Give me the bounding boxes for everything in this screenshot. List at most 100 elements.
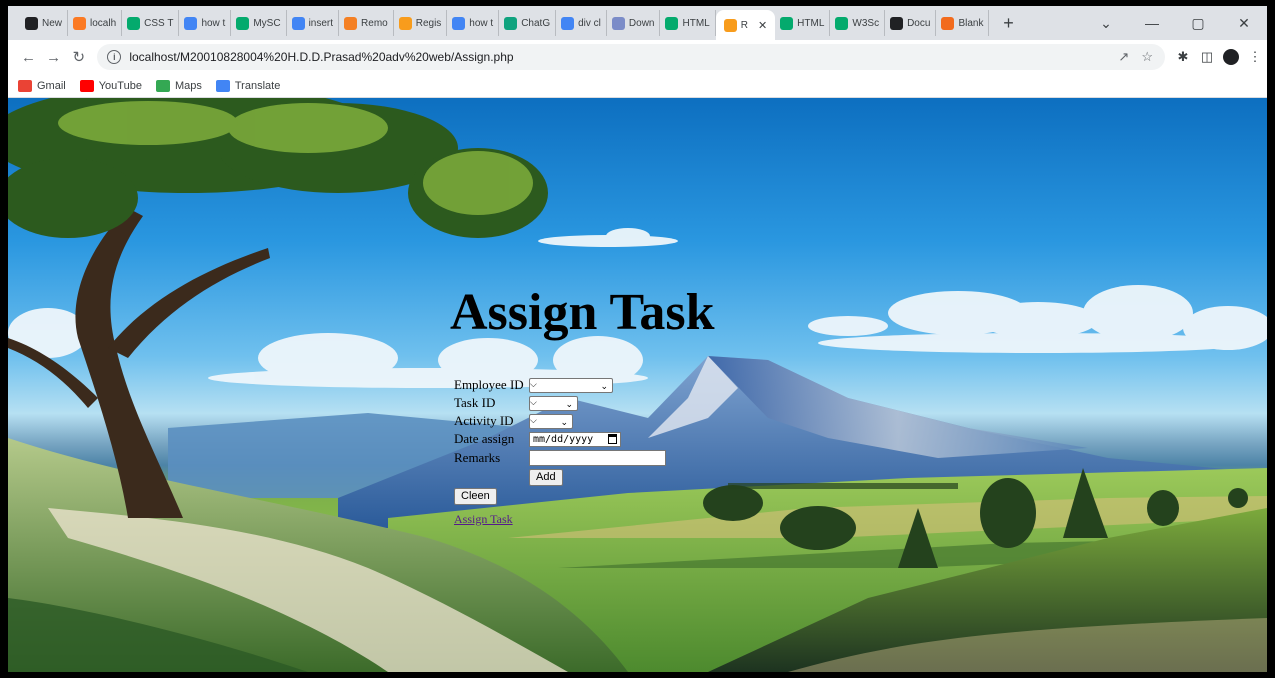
- tab-search-icon[interactable]: ⌄: [1083, 15, 1129, 32]
- chevron-down-icon: ⌄: [600, 380, 608, 391]
- window-controls: ⌄ — ▢ ✕: [1083, 6, 1267, 40]
- close-window-icon[interactable]: ✕: [1221, 15, 1267, 32]
- browser-tab[interactable]: Remo: [339, 10, 394, 36]
- remarks-input[interactable]: [529, 449, 666, 466]
- date-assign-input[interactable]: mm/dd/yyyy: [529, 431, 621, 447]
- address-bar[interactable]: i localhost/M20010828004%20H.D.D.Prasad%…: [97, 44, 1165, 70]
- docs-icon: [890, 16, 904, 30]
- google-icon: [452, 16, 466, 30]
- bookmark-star-icon[interactable]: ☆: [1141, 49, 1153, 65]
- w3schools-icon: [127, 16, 141, 30]
- codepen-icon: [723, 18, 737, 32]
- browser-tab[interactable]: how t: [179, 10, 232, 36]
- tab-label: New: [42, 17, 63, 29]
- clean-button[interactable]: Cleen: [454, 488, 497, 505]
- tab-label: Remo: [361, 17, 388, 29]
- youtube-icon: [79, 79, 94, 92]
- stackoverflow-icon: [344, 16, 358, 30]
- bookmark-label: Translate: [234, 79, 281, 92]
- chevron-down-icon: ⌄: [560, 416, 568, 427]
- tab-label: Blank: [958, 17, 984, 29]
- tab-label: ChatG: [521, 17, 551, 29]
- browser-tab[interactable]: Blank: [936, 10, 990, 36]
- browser-tab[interactable]: div cl: [556, 10, 607, 36]
- activity-id-label: Activity ID: [454, 413, 514, 428]
- google-icon: [184, 16, 198, 30]
- tab-label: how t: [201, 17, 226, 29]
- browser-tab[interactable]: ChatG: [499, 10, 557, 36]
- extensions-icon[interactable]: ✱: [1171, 49, 1195, 65]
- employee-id-label: Employee ID: [454, 377, 524, 392]
- browser-tab[interactable]: Docu: [885, 10, 937, 36]
- tab-label: W3Sc: [852, 17, 880, 29]
- page-title: Assign Task: [450, 284, 715, 341]
- tab-label: Regis: [415, 17, 442, 29]
- browser-tab[interactable]: CSS T: [122, 10, 180, 36]
- bookmark-translate[interactable]: Translate: [215, 79, 281, 92]
- tab-label: HTML: [797, 17, 825, 29]
- date-placeholder: mm/dd/yyyy: [533, 433, 594, 445]
- side-panel-icon[interactable]: ◫: [1195, 49, 1219, 65]
- browser-tab[interactable]: HTML: [660, 10, 716, 36]
- browser-tab[interactable]: New: [20, 10, 69, 36]
- reload-icon[interactable]: ↻: [66, 48, 91, 66]
- new-tab-icon[interactable]: +: [997, 13, 1019, 34]
- tab-label: div cl: [578, 17, 601, 29]
- tab-label: HTML: [682, 17, 710, 29]
- forward-icon[interactable]: →: [41, 49, 66, 66]
- maps-icon: [155, 79, 170, 92]
- tab-label: R: [740, 19, 748, 31]
- bookmark-label: Gmail: [37, 79, 66, 92]
- w3schools-icon: [780, 16, 794, 30]
- restore-icon[interactable]: ▢: [1175, 15, 1221, 32]
- tab-label: CSS T: [144, 17, 174, 29]
- profile-avatar[interactable]: [1222, 49, 1239, 65]
- bookmark-youtube[interactable]: YouTube: [79, 79, 142, 92]
- activity-id-select[interactable]: ⌄: [529, 413, 573, 429]
- google-icon: [291, 16, 305, 30]
- browser-tab[interactable]: localh: [68, 10, 123, 36]
- minimize-icon[interactable]: —: [1129, 15, 1175, 31]
- bookmark-label: Maps: [174, 79, 202, 92]
- browser-tab[interactable]: HTML: [775, 10, 831, 36]
- bookmark-maps[interactable]: Maps: [155, 79, 202, 92]
- browser-window: New localh CSS T how t MySC insert Remo Regis ho…: [8, 6, 1267, 672]
- browser-tab[interactable]: W3Sc: [830, 10, 886, 36]
- w3schools-icon: [835, 16, 849, 30]
- xampp-icon: [73, 16, 87, 30]
- calendar-icon[interactable]: [608, 433, 617, 444]
- download-icon: [611, 16, 625, 30]
- browser-tab[interactable]: MySC: [231, 10, 287, 36]
- remarks-label: Remarks: [454, 449, 501, 465]
- url-text: localhost/M20010828004%20H.D.D.Prasad%20…: [129, 50, 514, 64]
- blank-icon: [941, 16, 955, 30]
- tab-label: how t: [469, 17, 494, 29]
- site-info-icon[interactable]: i: [107, 50, 122, 64]
- browser-tab[interactable]: Regis: [394, 10, 448, 36]
- browser-tab[interactable]: R ✕: [715, 10, 776, 40]
- assign-task-link[interactable]: Assign Task: [454, 512, 513, 527]
- back-icon[interactable]: ←: [16, 49, 41, 66]
- employee-id-select[interactable]: ⌄: [529, 377, 613, 393]
- browser-tab[interactable]: insert: [287, 10, 340, 36]
- chevron-down-icon: ⌄: [565, 398, 573, 409]
- w3schools-icon: [665, 16, 679, 30]
- date-assign-label: Date assign: [454, 431, 515, 446]
- google-icon: [561, 16, 575, 30]
- add-button[interactable]: Add: [529, 468, 563, 486]
- close-tab-icon[interactable]: ✕: [758, 19, 767, 32]
- assign-task-form: Employee ID ⌄ Task ID ⌄ Activity ID ⌄ Da…: [454, 376, 666, 530]
- tab-label: localh: [90, 17, 117, 29]
- codepen-icon: [398, 16, 412, 30]
- task-id-select[interactable]: ⌄: [529, 395, 578, 411]
- share-icon[interactable]: ↗: [1118, 49, 1129, 65]
- browser-tab[interactable]: Down: [607, 10, 661, 36]
- chatgpt-icon: [504, 16, 518, 30]
- bookmark-label: YouTube: [98, 79, 142, 92]
- tab-strip: New localh CSS T how t MySC insert Remo Regis ho…: [8, 6, 1267, 40]
- browser-tab[interactable]: how t: [447, 10, 500, 36]
- menu-icon[interactable]: ⋮: [1243, 49, 1267, 65]
- bookmark-gmail[interactable]: Gmail: [18, 79, 66, 92]
- chatgpt-icon: [25, 16, 38, 30]
- task-id-label: Task ID: [454, 395, 496, 410]
